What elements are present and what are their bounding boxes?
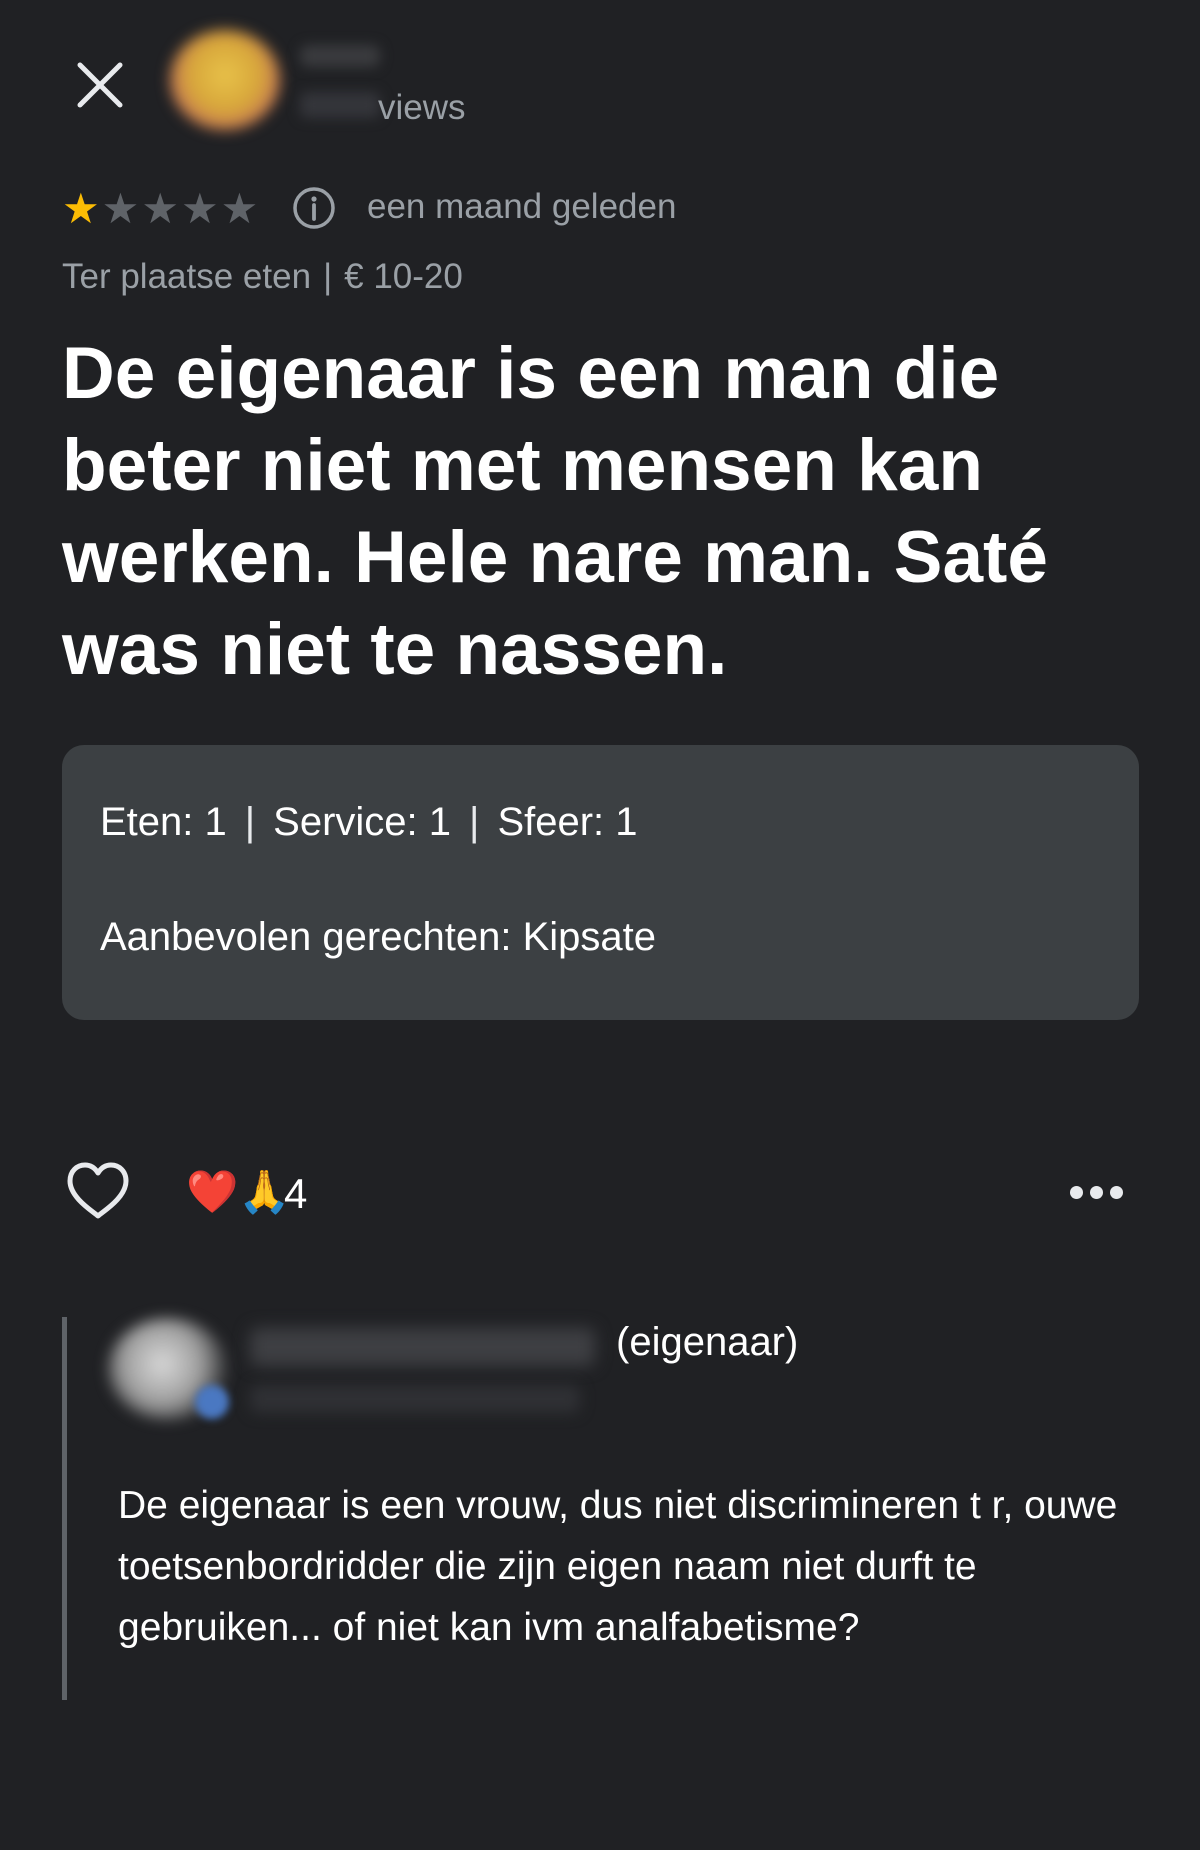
recommended-value: Kipsate [522, 915, 656, 959]
sub-ratings: Eten: 1 | Service: 1 | Sfeer: 1 [100, 800, 638, 845]
recommended-dishes: Aanbevolen gerechten: Kipsate [100, 915, 656, 960]
star-rating: ★ ★ ★ ★ ★ [62, 188, 258, 230]
more-options-icon[interactable] [1070, 1180, 1130, 1204]
reviewer-reviews-label: views [378, 88, 466, 127]
review-time-ago: een maand geleden [367, 187, 677, 226]
star-icon: ★ [62, 185, 100, 232]
reaction-emojis[interactable]: ❤️🙏 [186, 1168, 291, 1216]
rating-separator: | [469, 800, 480, 844]
star-icon: ★ [180, 185, 219, 232]
food-label: Eten: [100, 800, 194, 844]
atmosphere-label: Sfeer: [497, 800, 605, 844]
service-label: Service: [273, 800, 418, 844]
reviewer-avatar[interactable] [170, 30, 280, 130]
owner-role-label: (eigenaar) [616, 1320, 799, 1364]
reply-divider [62, 1317, 67, 1700]
recommended-label: Aanbevolen gerechten: [100, 915, 512, 959]
star-icon: ★ [141, 185, 179, 232]
review-text: De eigenaar is een man die beter niet me… [62, 333, 1048, 690]
price-range: € 10-20 [344, 257, 463, 296]
food-value: 1 [204, 800, 227, 844]
star-icon: ★ [220, 185, 259, 232]
atmosphere-value: 1 [615, 800, 638, 844]
owner-reply-date-blurred [250, 1385, 580, 1413]
owner-reply-text: De eigenaar is een vrouw, dus niet discr… [118, 1484, 1118, 1649]
ratings-card [62, 745, 1139, 1020]
service-type: Ter plaatse eten [62, 257, 312, 296]
reaction-count: 4 [284, 1170, 308, 1217]
star-icon: ★ [101, 185, 140, 232]
info-icon[interactable] [292, 186, 336, 230]
rating-separator: | [244, 800, 256, 844]
service-value: 1 [428, 800, 452, 844]
meta-separator: | [323, 257, 333, 296]
reviewer-review-count-blurred [300, 92, 380, 118]
verified-badge-icon [195, 1385, 229, 1419]
heart-icon[interactable] [64, 1160, 132, 1222]
close-icon[interactable] [70, 55, 130, 115]
reviewer-name-blurred[interactable] [300, 45, 380, 67]
owner-name-blurred [250, 1328, 595, 1366]
review-meta: Ter plaatse eten | € 10-20 [62, 257, 463, 297]
